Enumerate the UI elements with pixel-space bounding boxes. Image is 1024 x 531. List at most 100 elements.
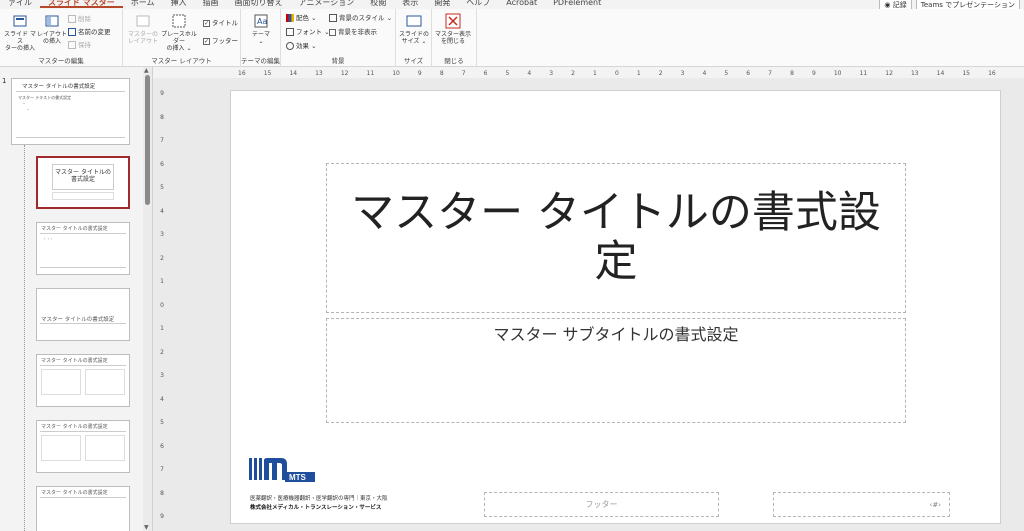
layout-thumbnail-6[interactable]: マスター タイトルの書式設定: [36, 486, 130, 531]
fonts-button[interactable]: フォント ⌄: [286, 27, 330, 37]
close-master-view-button[interactable]: マスター表示 を閉じる: [435, 13, 471, 53]
company-logo: MTS: [249, 456, 321, 486]
h-ruler-tick: 2: [571, 69, 575, 77]
footer-check-icon: ✓: [203, 37, 210, 45]
v-ruler-tick: 5: [160, 419, 164, 426]
h-ruler-tick: 16: [238, 69, 246, 77]
fonts-icon: [286, 28, 294, 36]
h-ruler-tick: 3: [549, 69, 554, 77]
subtitle-placeholder[interactable]: マスター サブタイトルの書式設定: [326, 318, 906, 423]
slide-number: 1: [2, 77, 7, 85]
thumbnail-scrollbar[interactable]: ▲ ▼: [143, 67, 152, 531]
insert-placeholder-button[interactable]: プレースホルダー の挿入 ⌄: [159, 13, 199, 53]
master-layout-label: マスターの レイアウト: [127, 31, 158, 45]
master-thumbnail[interactable]: マスター タイトルの書式設定 マスター テキストの書式設定 ・ ・: [11, 78, 130, 145]
v-ruler-tick: 2: [160, 348, 164, 356]
v-ruler-tick: 3: [160, 372, 164, 379]
slide-size-button[interactable]: スライドの サイズ ⌄: [396, 13, 432, 53]
layout-thumbnail-2[interactable]: マスター タイトルの書式設定 ・・・: [36, 222, 130, 275]
h-ruler-tick: 15: [263, 69, 272, 77]
slide-canvas[interactable]: マスター タイトルの書式設定 マスター サブタイトルの書式設定 MTS 医薬翻訳…: [230, 90, 1001, 524]
tab-11[interactable]: Acrobat: [498, 0, 545, 7]
v-ruler-tick: 6: [160, 442, 164, 450]
colors-button[interactable]: 配色 ⌄: [286, 13, 317, 23]
scroll-down-icon[interactable]: ▼: [144, 524, 149, 531]
tab-2[interactable]: ホーム: [123, 0, 163, 7]
scroll-up-icon[interactable]: ▲: [144, 67, 149, 74]
master-layout-button[interactable]: マスターの レイアウト: [125, 13, 161, 53]
tab-6[interactable]: アニメーション: [291, 0, 363, 7]
thumb5-title: マスター タイトルの書式設定: [41, 424, 108, 430]
footer-checkbox[interactable]: ✓ フッター: [203, 36, 238, 46]
tab-9[interactable]: 開発: [426, 0, 458, 7]
group-close: マスター表示 を閉じる 閉じる: [432, 9, 477, 67]
tab-10[interactable]: ヘルプ: [458, 0, 498, 7]
tab-0[interactable]: ァイル: [0, 0, 40, 7]
tab-1[interactable]: スライド マスター: [40, 0, 123, 8]
insert-layout-button[interactable]: レイアウト の挿入: [34, 13, 70, 53]
close-icon: [445, 13, 461, 29]
tab-8[interactable]: 表示: [394, 0, 426, 7]
v-ruler-tick: 7: [160, 466, 164, 473]
record-label: 記録: [892, 1, 907, 9]
v-ruler-tick: 4: [160, 207, 164, 215]
hide-background-checkbox[interactable]: 背景を非表示: [329, 27, 377, 37]
delete-button[interactable]: 削除: [68, 14, 91, 24]
effects-button[interactable]: 効果 ⌄: [286, 41, 317, 51]
thumb3-title: マスター タイトルの書式設定: [41, 317, 115, 323]
v-ruler-tick: 8: [160, 113, 164, 121]
thumb5-divider: [40, 431, 126, 432]
group-background: 配色 ⌄ フォント ⌄ 効果 ⌄ 背景のスタイル ⌄ 背景を非表示 背景: [281, 9, 396, 67]
insert-slide-master-button[interactable]: スライド マス ターの挿入: [2, 13, 38, 53]
thumb2-divider: [40, 233, 126, 234]
thumb4-title: マスター タイトルの書式設定: [41, 358, 108, 364]
tab-12[interactable]: PDFelement: [545, 0, 609, 7]
title-checkbox[interactable]: ✓ タイトル: [203, 18, 238, 28]
group-label-master-layout: マスター レイアウト: [151, 57, 212, 65]
group-master-edit: スライド マス ターの挿入 レイアウト の挿入 削除 名前の変更 保持 マスター…: [0, 9, 123, 67]
rename-button[interactable]: 名前の変更: [68, 27, 111, 37]
tab-4[interactable]: 描画: [195, 0, 227, 7]
vertical-ruler: 9 8 7 6 5 4 3 2 1 0 1 2 3 4 5 6 7 8 9: [157, 90, 167, 520]
h-ruler-tick: 7: [461, 69, 466, 77]
title-text: マスター タイトルの書式設定: [351, 188, 881, 287]
layout-thumbnail-3[interactable]: マスター タイトルの書式設定: [36, 288, 130, 341]
v-ruler-tick: 0: [160, 301, 164, 309]
h-ruler-tick: 2: [658, 69, 663, 77]
thumb6-divider: [40, 497, 126, 498]
tab-7[interactable]: 校閲: [362, 0, 394, 7]
v-ruler-tick: 5: [160, 184, 164, 191]
tab-5[interactable]: 画面切り替え: [227, 0, 291, 7]
group-label-close: 閉じる: [444, 57, 464, 65]
colors-label: 配色 ⌄: [296, 14, 317, 22]
theme-button[interactable]: Aa テーマ ⌄: [243, 13, 279, 53]
logo-text: MTS: [289, 473, 307, 482]
mts-logo-icon: MTS: [249, 458, 315, 482]
preserve-button[interactable]: 保持: [68, 40, 91, 50]
horizontal-ruler: 16 15 14 13 12 11 10 9 8 7 6 5 4 3 2 1 0 1 2 3 4 5 6 7 8 9 10 11 12 1…: [232, 68, 1002, 78]
colors-icon: [286, 14, 294, 22]
h-ruler-tick: 12: [885, 69, 893, 77]
thumb5-left-box: [41, 435, 81, 461]
h-ruler-tick: 1: [593, 69, 597, 77]
layout-thumbnail-title-selected[interactable]: マスター タイトルの書式設定: [36, 156, 130, 209]
slide-size-icon: [406, 15, 422, 27]
layout-thumbnail-5[interactable]: マスター タイトルの書式設定: [36, 420, 130, 473]
layout-thumbnail-4[interactable]: マスター タイトルの書式設定: [36, 354, 130, 407]
v-ruler-tick: 4: [160, 395, 164, 403]
background-styles-button[interactable]: 背景のスタイル ⌄: [329, 13, 392, 23]
insert-layout-label: レイアウト の挿入: [36, 31, 67, 45]
slide-number-placeholder[interactable]: ‹#›: [773, 492, 950, 517]
scrollbar-thumb[interactable]: [145, 75, 150, 205]
h-ruler-tick: 7: [768, 69, 772, 77]
footer-placeholder[interactable]: フッター: [484, 492, 719, 517]
h-ruler-tick: 16: [988, 69, 996, 77]
bg-styles-icon: [329, 14, 337, 22]
thumb2-title: マスター タイトルの書式設定: [41, 226, 108, 232]
effects-label: 効果 ⌄: [296, 42, 317, 50]
tab-3[interactable]: 挿入: [163, 0, 195, 7]
master-thumb-title: マスター タイトルの書式設定: [22, 84, 96, 90]
company-name: 株式会社メディカル・トランスレーション・サービス: [250, 505, 382, 511]
thumb2-bullets: ・・・: [43, 237, 54, 241]
title-placeholder[interactable]: マスター タイトルの書式設定: [326, 163, 906, 313]
